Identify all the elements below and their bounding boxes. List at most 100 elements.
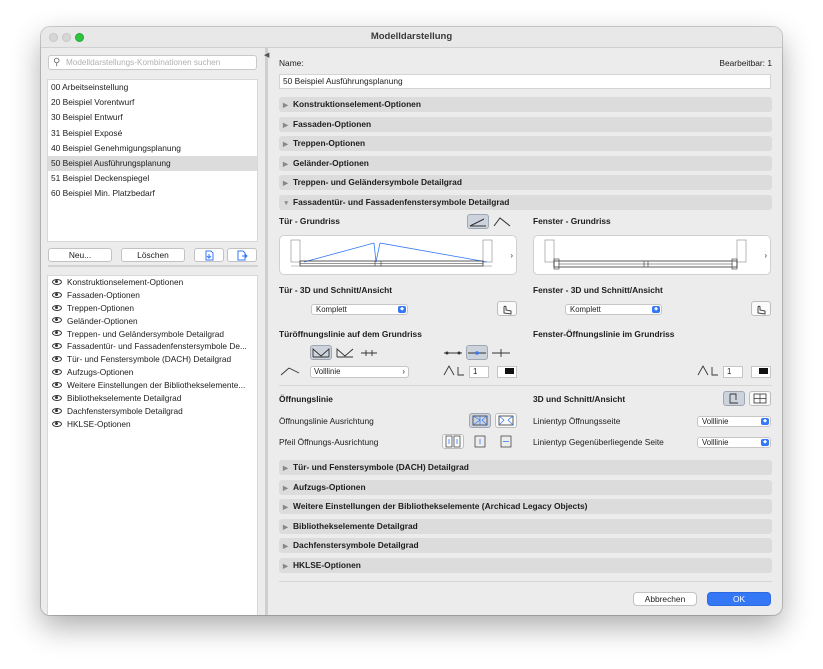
door-opening-pos-3[interactable] xyxy=(490,345,512,360)
select-value: Volllinie xyxy=(702,417,729,426)
select-value: Komplett xyxy=(570,305,601,314)
section-header-expanded[interactable]: ▼ Fassadentür- und Fassadenfenstersymbole… xyxy=(279,195,772,210)
view3d-option-2[interactable] xyxy=(749,391,771,406)
section-title: Tür- und Fenstersymbole (DACH) Detailgra… xyxy=(293,462,469,472)
door-plan-drawing xyxy=(290,239,493,267)
section-header[interactable]: ▶ HKLSE-Optionen xyxy=(279,558,772,573)
section-header[interactable]: ▶ Dachfenstersymbole Detailgrad xyxy=(279,538,772,553)
disclosure-right-icon: ▶ xyxy=(283,102,288,109)
updown-chevron-icon: ◆ xyxy=(652,306,660,313)
eye-icon[interactable] xyxy=(52,343,62,350)
list-item[interactable]: Treppen-Optionen xyxy=(48,302,257,315)
eye-icon[interactable] xyxy=(52,304,62,311)
section-header[interactable]: ▶ Bibliothekselemente Detailgrad xyxy=(279,519,772,534)
section-header[interactable]: ▶ Treppen- und Geländersymbole Detailgrad xyxy=(279,175,772,190)
section-title: Fassadentür- und Fassadenfenstersymbole … xyxy=(293,197,510,207)
door-opening-pos-1[interactable] xyxy=(442,345,464,360)
arrow-option-1[interactable] xyxy=(442,434,464,449)
section-header[interactable]: ▶ Treppen-Optionen xyxy=(279,136,772,151)
door-plan-label: Tür - Grundriss xyxy=(279,216,340,226)
list-item[interactable]: Konstruktionselement-Optionen xyxy=(48,276,257,289)
section-header[interactable]: ▶ Fassaden-Optionen xyxy=(279,117,772,132)
list-item[interactable]: Fassadentür- und Fassadenfenstersymbole … xyxy=(48,340,257,353)
eye-icon[interactable] xyxy=(52,317,62,324)
section-header[interactable]: ▶ Aufzugs-Optionen xyxy=(279,480,772,495)
door-pen-color[interactable] xyxy=(497,366,517,378)
door-opening-style-1[interactable] xyxy=(310,345,332,360)
section-title: Bibliothekselemente Detailgrad xyxy=(293,521,418,531)
list-item[interactable]: 40 Beispiel Genehmigungsplanung xyxy=(48,141,257,156)
eye-icon[interactable] xyxy=(52,394,62,401)
door-pen-field[interactable]: 1 xyxy=(469,366,489,378)
list-item-selected[interactable]: 50 Beispiel Ausführungsplanung xyxy=(48,155,257,172)
delete-button[interactable]: Löschen xyxy=(121,248,185,262)
search-box[interactable]: ⚲ xyxy=(48,55,257,70)
list-item[interactable]: 31 Beispiel Exposé xyxy=(48,126,257,141)
section-header[interactable]: ▶ Weitere Einstellungen der Bibliotheksel… xyxy=(279,499,772,514)
export-button[interactable] xyxy=(227,248,257,262)
disclosure-right-icon: ▶ xyxy=(283,465,288,472)
linetype-side-select[interactable]: Volllinie ◆ xyxy=(697,416,771,427)
door-opening-pos-2[interactable] xyxy=(466,345,488,360)
door-opening-style-2[interactable] xyxy=(334,345,356,360)
list-item[interactable]: 60 Beispiel Min. Platzbedarf xyxy=(48,186,257,201)
section-title: Geländer-Optionen xyxy=(293,158,369,168)
list-item[interactable]: Tür- und Fenstersymbole (DACH) Detailgra… xyxy=(48,353,257,366)
direction-option-2[interactable] xyxy=(495,413,517,428)
list-item[interactable]: HKLSE-Optionen xyxy=(48,418,257,431)
eye-icon[interactable] xyxy=(52,369,62,376)
disclosure-down-icon: ▼ xyxy=(283,200,290,207)
chevron-right-icon: › xyxy=(764,251,767,260)
ok-button[interactable]: OK xyxy=(707,592,771,606)
door-section-select[interactable]: Komplett ◆ xyxy=(311,304,408,315)
window-section-select[interactable]: Komplett ◆ xyxy=(565,304,662,315)
section-header[interactable]: ▶ Tür- und Fenstersymbole (DACH) Detailgr… xyxy=(279,460,772,475)
list-item[interactable]: 51 Beispiel Deckenspiegel xyxy=(48,171,257,186)
eye-icon[interactable] xyxy=(52,407,62,414)
door-custom-settings-button[interactable] xyxy=(497,301,517,316)
linetype-icon xyxy=(280,367,300,376)
eye-icon[interactable] xyxy=(52,420,62,427)
list-item[interactable]: Aufzugs-Optionen xyxy=(48,366,257,379)
eye-icon[interactable] xyxy=(52,278,62,285)
opening-none-icon xyxy=(361,350,377,356)
list-item[interactable]: Weitere Einstellungen der Bibliotheksele… xyxy=(48,379,257,392)
door-linetype-field[interactable]: Volllinie › xyxy=(310,366,409,378)
linetype-opposite-select[interactable]: Volllinie ◆ xyxy=(697,437,771,448)
list-item[interactable]: Treppen- und Geländersymbole Detailgrad xyxy=(48,328,257,341)
eye-icon[interactable] xyxy=(52,291,62,298)
new-button[interactable]: Neu... xyxy=(48,248,112,262)
direction-option-1[interactable] xyxy=(469,413,491,428)
window-custom-settings-button[interactable] xyxy=(751,301,771,316)
list-item[interactable]: 20 Beispiel Vorentwurf xyxy=(48,95,257,110)
arrow-option-2[interactable] xyxy=(469,434,491,449)
door-opening-style-3[interactable] xyxy=(358,345,380,360)
section-header[interactable]: ▶ Geländer-Optionen xyxy=(279,156,772,171)
door-plan-style-1[interactable] xyxy=(467,214,489,229)
eye-icon[interactable] xyxy=(52,381,62,388)
window-pen-color[interactable] xyxy=(751,366,771,378)
eye-icon[interactable] xyxy=(52,330,62,337)
panel-divider[interactable] xyxy=(48,265,258,267)
linetype-opposite-label: Linientyp Gegenüberliegende Seite xyxy=(533,437,664,447)
section-header[interactable]: ▶ Konstruktionselement-Optionen xyxy=(279,97,772,112)
eye-icon[interactable] xyxy=(52,356,62,363)
cancel-button[interactable]: Abbrechen xyxy=(633,592,697,606)
list-item[interactable]: 30 Beispiel Entwurf xyxy=(48,110,257,125)
import-button[interactable] xyxy=(194,248,224,262)
view3d-option-1[interactable] xyxy=(723,391,745,406)
door-plan-preview[interactable]: › xyxy=(279,235,517,275)
list-item[interactable]: Geländer-Optionen xyxy=(48,315,257,328)
search-input[interactable] xyxy=(66,57,254,68)
list-item[interactable]: Bibliothekselemente Detailgrad xyxy=(48,392,257,405)
list-item[interactable]: Fassaden-Optionen xyxy=(48,289,257,302)
window-plan-preview[interactable]: › xyxy=(533,235,771,275)
list-item[interactable]: 00 Arbeitseinstellung xyxy=(48,80,257,95)
list-item[interactable]: Dachfenstersymbole Detailgrad xyxy=(48,405,257,418)
arrow-option-3[interactable] xyxy=(495,434,517,449)
editable-count: Bearbeitbar: 1 xyxy=(719,58,772,68)
arrow-direction-icon xyxy=(445,435,461,448)
name-field[interactable]: 50 Beispiel Ausführungsplanung xyxy=(279,74,771,89)
window-pen-field[interactable]: 1 xyxy=(723,366,743,378)
door-plan-style-2[interactable] xyxy=(491,214,513,229)
